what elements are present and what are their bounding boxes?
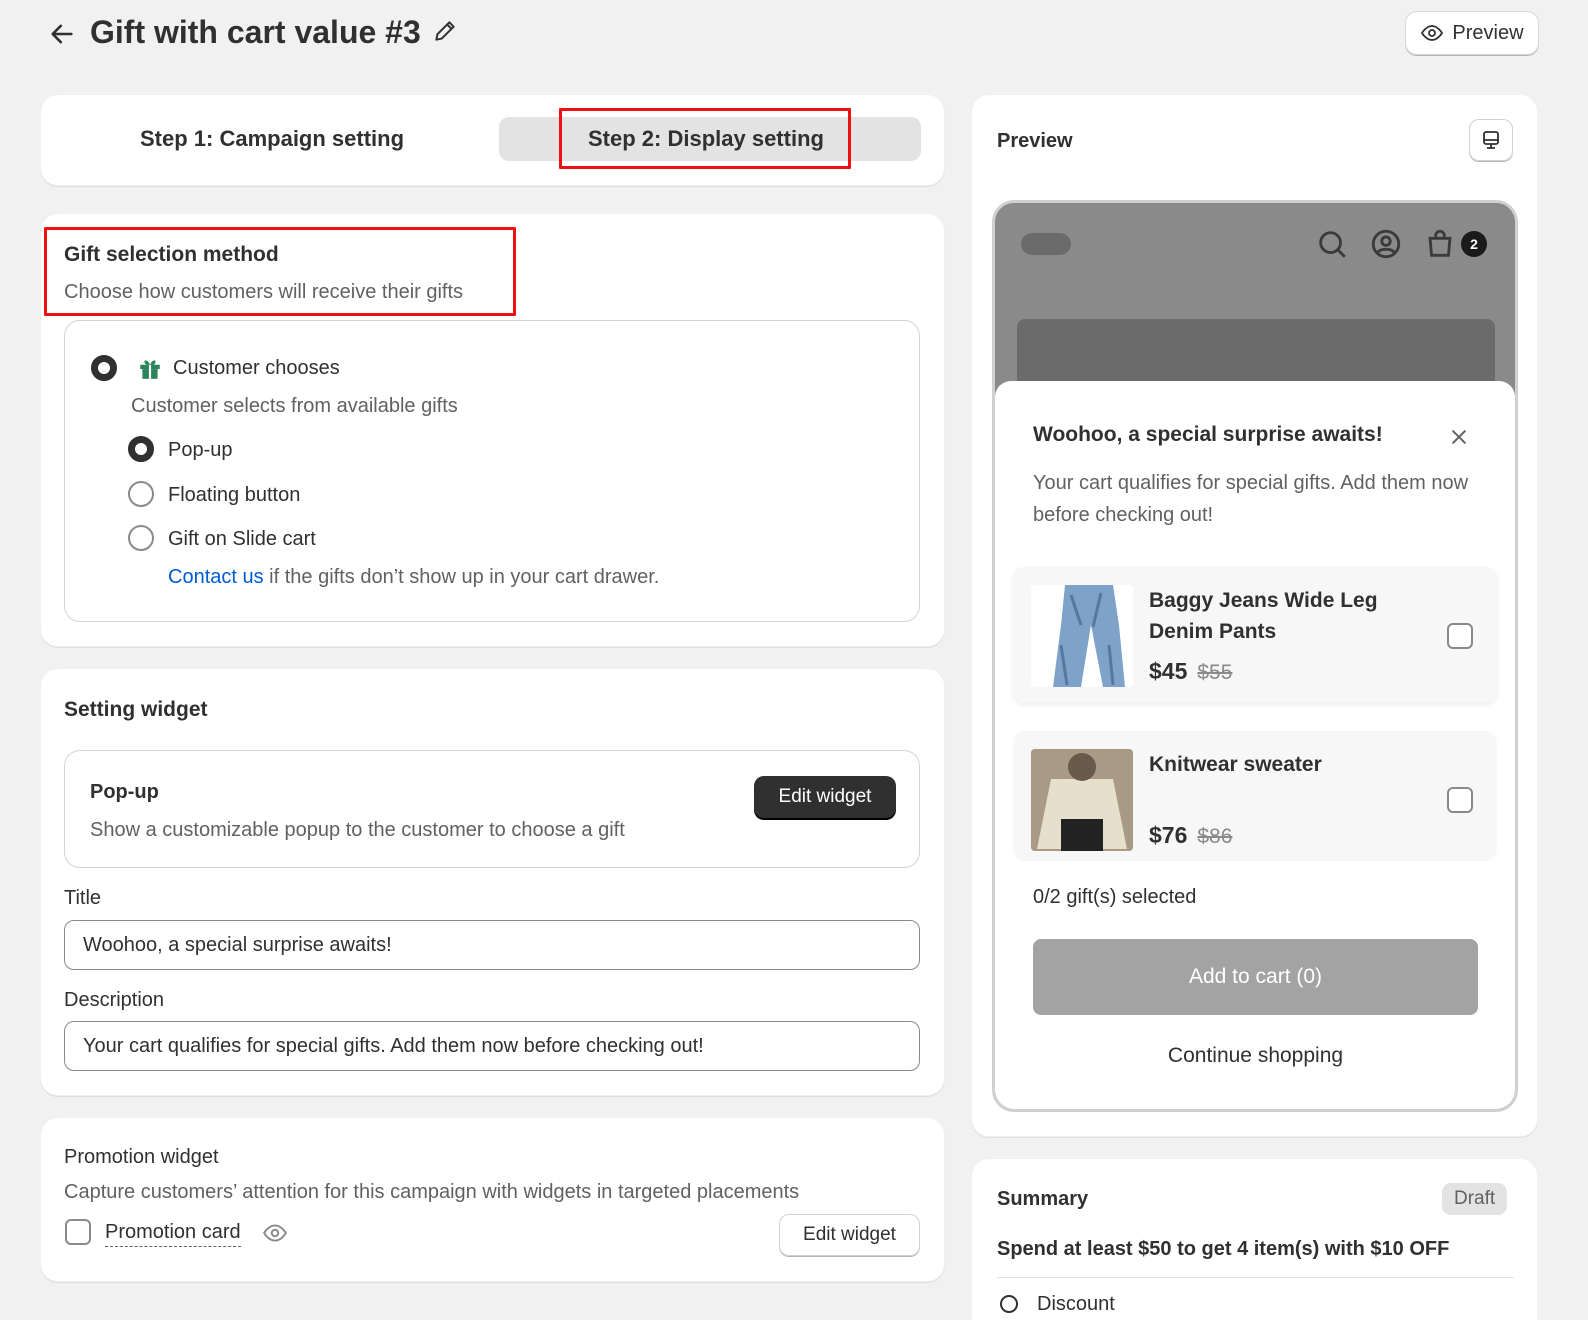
- popup-widget-box: Pop-up Show a customizable popup to the …: [64, 750, 920, 868]
- preview-heading: Preview: [997, 130, 1073, 152]
- summary-card: Summary Draft Spend at least $50 to get …: [971, 1158, 1538, 1320]
- popup-widget-title: Pop-up: [90, 781, 159, 803]
- close-icon[interactable]: [1449, 427, 1469, 447]
- phone-preview: 2 Woohoo, a special surprise awaits! You…: [992, 200, 1518, 1112]
- page-title: Gift with cart value #3: [90, 14, 421, 50]
- desktop-icon: [1483, 131, 1499, 149]
- product-old-price: $55: [1197, 661, 1233, 684]
- edit-popup-widget-button[interactable]: Edit widget: [754, 776, 896, 818]
- device-toggle-button[interactable]: [1469, 119, 1513, 161]
- title-field-label: Title: [64, 887, 102, 909]
- product-select-checkbox[interactable]: [1447, 787, 1473, 813]
- slide-cart-label: Gift on Slide cart: [168, 528, 316, 550]
- description-field-label: Description: [64, 989, 165, 1011]
- sweater-image: [1031, 749, 1133, 851]
- add-to-cart-button[interactable]: Add to cart (0): [1033, 939, 1478, 1015]
- tab-campaign-setting[interactable]: Step 1: Campaign setting: [140, 126, 404, 152]
- highlight-box: [44, 227, 516, 316]
- product-price-row: $45 $55: [1149, 658, 1232, 685]
- modal-desc: Your cart qualifies for special gifts. A…: [1033, 472, 1469, 526]
- edit-title-icon[interactable]: [432, 18, 458, 44]
- preview-button-label: Preview: [1452, 21, 1524, 44]
- highlight-box: [559, 108, 851, 169]
- floating-button-radio[interactable]: [128, 481, 154, 507]
- setting-widget-card: Setting widget Pop-up Show a customizabl…: [40, 668, 945, 1096]
- promotion-widget-card: Promotion widget Capture customers’ atte…: [40, 1117, 945, 1282]
- summary-text: Spend at least $50 to get 4 item(s) with…: [997, 1238, 1450, 1260]
- promotion-widget-heading: Promotion widget: [64, 1146, 219, 1168]
- edit-promotion-widget-button[interactable]: Edit widget: [779, 1214, 920, 1256]
- cart-count-badge: 2: [1461, 231, 1487, 257]
- back-arrow-icon[interactable]: [48, 20, 76, 48]
- floating-button-label: Floating button: [168, 484, 301, 506]
- gift-popup-modal: Woohoo, a special surprise awaits! Your …: [995, 381, 1515, 1109]
- product-name-line2: Denim Pants: [1149, 620, 1277, 643]
- popup-label: Pop-up: [168, 439, 233, 461]
- product-name: Knitwear sweater: [1149, 753, 1322, 776]
- discount-label: Discount: [1037, 1293, 1115, 1315]
- modal-title: Woohoo, a special surprise awaits!: [1033, 423, 1383, 446]
- selected-count: 0/2 gift(s) selected: [1033, 886, 1197, 908]
- product-name: Baggy Jeans Wide Leg: [1149, 589, 1378, 612]
- discount-icon: [1000, 1295, 1018, 1313]
- continue-shopping-link[interactable]: Continue shopping: [1033, 1044, 1478, 1068]
- preview-button[interactable]: Preview: [1405, 11, 1539, 55]
- eye-icon[interactable]: [262, 1220, 288, 1246]
- status-badge: Draft: [1442, 1183, 1508, 1215]
- contact-us-link[interactable]: Contact us: [168, 566, 264, 588]
- title-input[interactable]: Woohoo, a special surprise awaits!: [64, 920, 920, 970]
- customer-chooses-label: Customer chooses: [173, 357, 340, 379]
- customer-chooses-option: Customer chooses Customer selects from a…: [64, 320, 920, 622]
- gift-product-card: Baggy Jeans Wide Leg Denim Pants $45 $55: [1013, 567, 1497, 703]
- gift-product-card: Knitwear sweater $76 $86: [1013, 731, 1497, 861]
- jeans-image: [1031, 585, 1133, 687]
- product-price: $76: [1149, 822, 1188, 848]
- product-price: $45: [1149, 658, 1188, 684]
- customer-chooses-radio[interactable]: [91, 355, 117, 381]
- summary-heading: Summary: [997, 1188, 1089, 1210]
- product-price-row: $76 $86: [1149, 822, 1232, 849]
- product-old-price: $86: [1197, 825, 1233, 848]
- promotion-widget-desc: Capture customers’ attention for this ca…: [64, 1181, 800, 1203]
- description-input[interactable]: Your cart qualifies for special gifts. A…: [64, 1021, 920, 1071]
- popup-radio[interactable]: [128, 436, 154, 462]
- contact-note: Contact us if the gifts don’t show up in…: [168, 566, 659, 589]
- contact-note-text: if the gifts don’t show up in your cart …: [263, 566, 660, 588]
- customer-chooses-desc: Customer selects from available gifts: [131, 395, 458, 417]
- gift-icon: [140, 360, 160, 379]
- cart-icon: [1428, 229, 1452, 257]
- promotion-card-label[interactable]: Promotion card: [105, 1221, 241, 1247]
- popup-widget-desc: Show a customizable popup to the custome…: [90, 819, 625, 841]
- setting-widget-heading: Setting widget: [64, 698, 208, 721]
- eye-icon: [1421, 25, 1444, 41]
- promotion-card-checkbox[interactable]: [65, 1219, 91, 1245]
- search-icon: [1319, 231, 1346, 258]
- store-logo-placeholder: [1021, 233, 1071, 255]
- steps-card: Step 1: Campaign setting Step 2: Display…: [40, 94, 945, 186]
- product-select-checkbox[interactable]: [1447, 623, 1473, 649]
- summary-divider: [997, 1277, 1514, 1278]
- slide-cart-radio[interactable]: [128, 525, 154, 551]
- account-icon: [1371, 229, 1401, 259]
- gift-selection-card: Gift selection method Choose how custome…: [40, 213, 945, 647]
